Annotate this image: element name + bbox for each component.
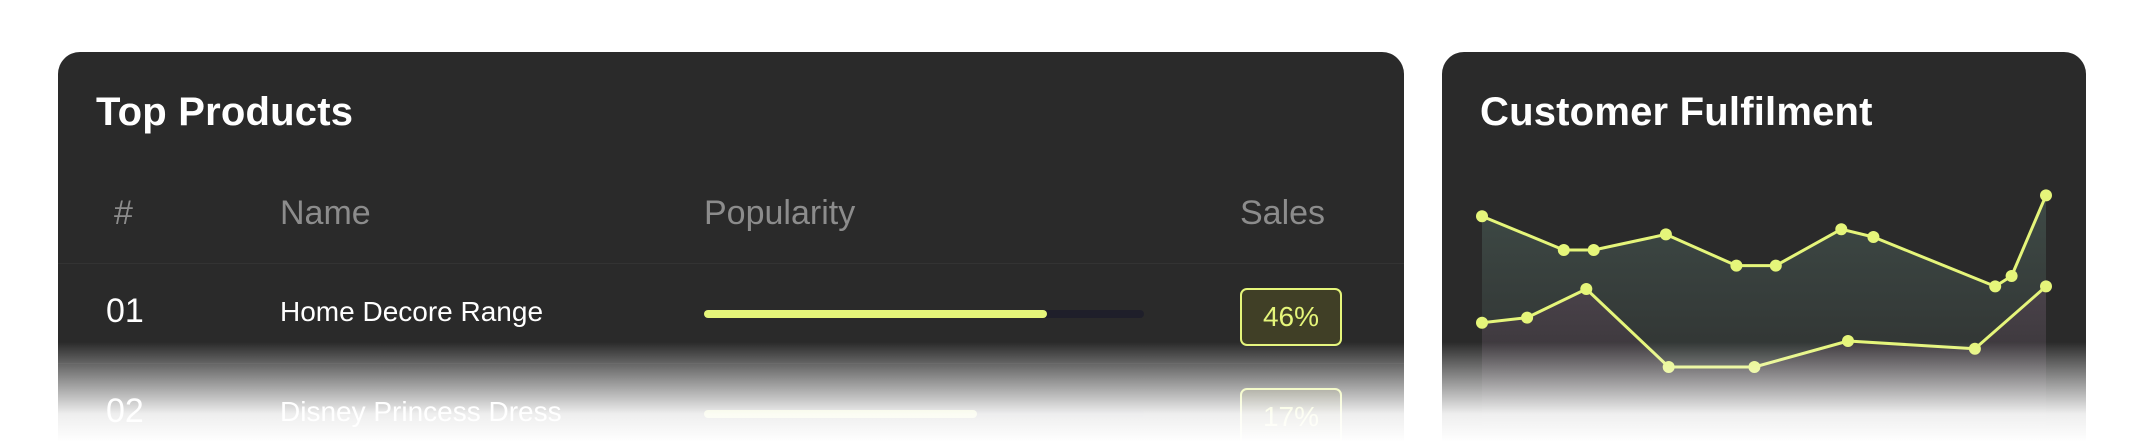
customer-fulfilment-chart bbox=[1476, 189, 2052, 432]
product-name: Disney Princess Dress bbox=[280, 396, 562, 427]
data-point-top-2[interactable] bbox=[1587, 244, 1600, 256]
data-point-bottom-6[interactable] bbox=[1968, 342, 1981, 355]
data-point-top-0[interactable] bbox=[1476, 210, 1488, 223]
popularity-bar-fill bbox=[704, 310, 1048, 318]
top-products-title: Top Products bbox=[96, 90, 354, 134]
data-point-top-1[interactable] bbox=[1557, 244, 1570, 256]
data-point-bottom-3[interactable] bbox=[1662, 361, 1675, 373]
popularity-bar bbox=[704, 310, 1144, 318]
data-point-top-5[interactable] bbox=[1769, 259, 1782, 272]
data-point-top-10[interactable] bbox=[2040, 189, 2052, 202]
data-point-bottom-4[interactable] bbox=[1748, 361, 1761, 373]
data-point-top-9[interactable] bbox=[2005, 270, 2018, 282]
column-sales-header: Sales bbox=[1240, 194, 1326, 232]
customer-fulfilment-card: Customer Fulfilment bbox=[1442, 52, 2086, 442]
data-point-bottom-1[interactable] bbox=[1521, 311, 1534, 324]
popularity-bar bbox=[704, 410, 1144, 418]
row-number: 02 bbox=[106, 392, 144, 430]
data-point-top-7[interactable] bbox=[1867, 231, 1880, 243]
data-point-bottom-5[interactable] bbox=[1842, 335, 1854, 347]
data-point-bottom-0[interactable] bbox=[1476, 316, 1488, 329]
product-name: Home Decore Range bbox=[280, 296, 544, 327]
products-table-header: # Name Popularity Sales bbox=[58, 178, 1404, 264]
chart-area-fills bbox=[1482, 195, 2046, 432]
table-row[interactable]: 02 Disney Princess Dress 17% bbox=[58, 364, 1404, 442]
table-row[interactable]: 01 Home Decore Range 46% bbox=[58, 264, 1404, 364]
popularity-bar-fill bbox=[704, 410, 977, 418]
data-point-top-3[interactable] bbox=[1659, 228, 1672, 241]
row-number: 01 bbox=[106, 292, 144, 330]
column-popularity-header: Popularity bbox=[704, 194, 856, 232]
data-point-bottom-2[interactable] bbox=[1580, 283, 1593, 295]
data-point-top-8[interactable] bbox=[1989, 280, 2002, 293]
top-products-card: Top Products # Name Popularity Sales 01 … bbox=[58, 52, 1404, 442]
column-index-header: # bbox=[114, 194, 133, 232]
sales-badge: 17% bbox=[1240, 388, 1342, 442]
data-point-top-6[interactable] bbox=[1835, 223, 1848, 236]
column-name-header: Name bbox=[280, 194, 371, 232]
data-point-top-4[interactable] bbox=[1730, 259, 1743, 272]
sales-badge: 46% bbox=[1240, 288, 1342, 346]
data-point-bottom-7[interactable] bbox=[2040, 280, 2052, 293]
